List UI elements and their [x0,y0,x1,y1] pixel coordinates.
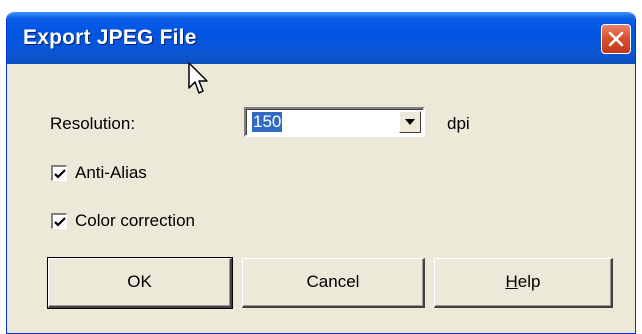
help-button[interactable]: Help [434,258,613,308]
resolution-label: Resolution: [50,114,136,133]
close-icon [608,31,624,47]
ok-button[interactable]: OK [47,257,233,309]
resolution-value[interactable]: 150 [252,112,283,132]
mouse-pointer-icon [188,62,210,101]
color-correction-label[interactable]: Color correction [75,211,195,231]
dropdown-button[interactable] [399,111,421,133]
chevron-down-icon [405,119,415,125]
export-jpeg-dialog: Export JPEG File Resolution: 150 dpi Ant… [6,12,636,334]
title-bar[interactable]: Export JPEG File [7,12,635,64]
close-button[interactable] [601,24,631,54]
checkmark-icon [54,169,66,179]
anti-alias-label[interactable]: Anti-Alias [75,163,147,183]
help-label-rest: elp [517,272,541,291]
help-mnemonic: H [505,272,518,291]
resolution-unit-label: dpi [447,114,470,133]
color-correction-checkbox[interactable] [51,213,67,229]
anti-alias-checkbox[interactable] [51,165,67,181]
resolution-dropdown[interactable]: 150 [244,107,425,137]
dialog-title: Export JPEG File [23,26,197,49]
checkmark-icon [54,217,66,227]
cancel-button[interactable]: Cancel [242,258,425,308]
